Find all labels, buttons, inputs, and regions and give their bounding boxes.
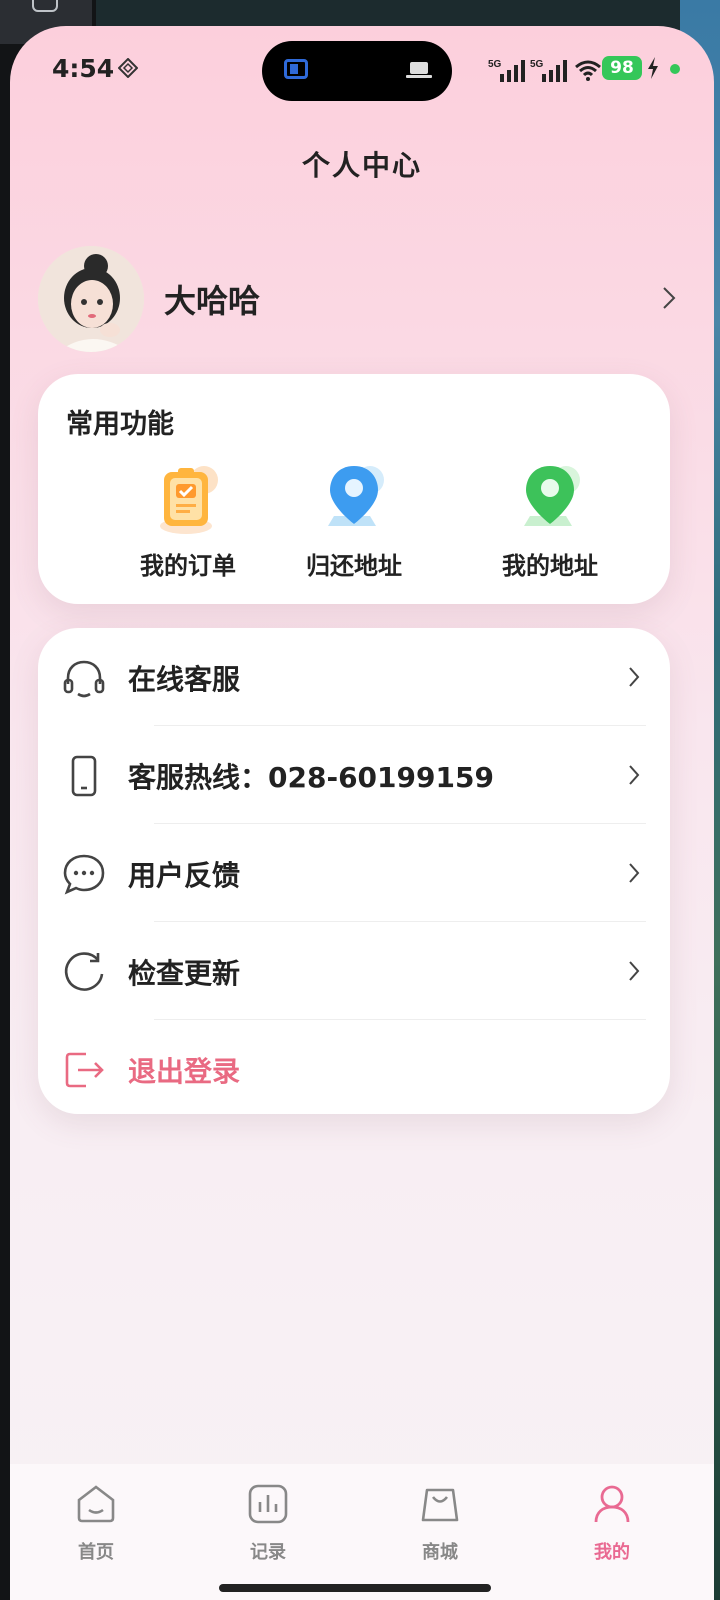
menu-card: 在线客服 客服热线：028-60199159 用户反馈 检查更新 退出登录 <box>38 628 670 1114</box>
common-functions-card: 常用功能 我的订单 归还地址 我的地址 <box>38 374 670 604</box>
laptop-icon <box>406 62 432 78</box>
chart-icon <box>248 1484 288 1524</box>
menu-item-check-update[interactable]: 检查更新 <box>38 922 670 1020</box>
background-window-icon <box>32 0 58 12</box>
charging-bolt-icon <box>648 57 658 79</box>
home-indicator[interactable] <box>219 1584 491 1592</box>
my-orders-label: 我的订单 <box>140 552 236 580</box>
battery-indicator: 98 <box>602 56 642 80</box>
phone-screen: 4:54 5G 5G 98 个人中心 大哈哈 常用功能 我的订单 归还地址 我的… <box>10 26 714 1600</box>
clipboard-order-icon <box>160 466 218 534</box>
tab-mall[interactable]: 商城 <box>390 1482 490 1572</box>
cellular-signal-2-icon: 5G <box>530 59 567 82</box>
chevron-right-icon <box>663 287 676 309</box>
logout-icon <box>65 1052 104 1088</box>
menu-item-label: 在线客服 <box>128 663 241 696</box>
chevron-right-icon <box>629 961 640 981</box>
home-icon <box>77 1485 115 1523</box>
refresh-icon <box>64 952 104 991</box>
tab-mine[interactable]: 我的 <box>562 1482 662 1572</box>
privacy-dot <box>670 64 680 74</box>
common-functions-title: 常用功能 <box>66 409 174 440</box>
tab-label: 商城 <box>422 1542 458 1563</box>
bottom-tab-bar: 首页 记录 商城 我的 <box>10 1464 714 1600</box>
person-icon <box>594 1485 630 1523</box>
tab-label: 首页 <box>78 1542 114 1563</box>
menu-item-label: 客服热线：028-60199159 <box>128 761 494 794</box>
phone-icon <box>71 755 97 797</box>
avatar[interactable] <box>38 246 144 352</box>
shopping-bag-icon <box>421 1488 459 1522</box>
headset-icon <box>63 660 105 698</box>
tab-records[interactable]: 记录 <box>218 1482 318 1572</box>
svg-text:5G: 5G <box>530 59 544 70</box>
menu-item-label: 退出登录 <box>128 1055 241 1088</box>
profile-row[interactable]: 大哈哈 <box>38 246 686 352</box>
chevron-right-icon <box>629 667 640 687</box>
blue-location-pin-icon <box>328 466 384 526</box>
user-name: 大哈哈 <box>164 282 261 320</box>
my-orders-button[interactable]: 我的订单 <box>108 460 268 580</box>
menu-item-label: 用户反馈 <box>128 859 241 892</box>
status-bar: 4:54 5G 5G 98 <box>10 26 714 116</box>
location-diamond-icon <box>118 58 138 78</box>
menu-item-logout[interactable]: 退出登录 <box>38 1020 670 1118</box>
chat-bubble-icon <box>63 854 105 895</box>
page-title: 个人中心 <box>301 149 422 182</box>
my-address-label: 我的地址 <box>502 552 598 580</box>
return-address-button[interactable]: 归还地址 <box>274 460 434 580</box>
menu-item-online-service[interactable]: 在线客服 <box>38 628 670 726</box>
status-time: 4:54 <box>52 54 115 83</box>
menu-item-feedback[interactable]: 用户反馈 <box>38 824 670 922</box>
my-address-button[interactable]: 我的地址 <box>470 460 630 580</box>
menu-item-label: 检查更新 <box>128 957 241 990</box>
tab-label: 记录 <box>250 1542 286 1563</box>
wifi-icon <box>575 60 601 81</box>
chevron-right-icon <box>629 863 640 883</box>
dynamic-island <box>262 41 452 101</box>
green-location-pin-icon <box>524 466 580 526</box>
svg-text:5G: 5G <box>488 59 502 70</box>
screen-mirror-icon <box>284 59 308 79</box>
tab-label: 我的 <box>594 1542 630 1563</box>
avatar-illustration <box>38 246 144 352</box>
cellular-signal-1-icon: 5G <box>488 59 525 82</box>
tab-home[interactable]: 首页 <box>46 1482 146 1572</box>
chevron-right-icon <box>629 765 640 785</box>
return-address-label: 归还地址 <box>306 552 402 580</box>
menu-item-hotline[interactable]: 客服热线：028-60199159 <box>38 726 670 824</box>
